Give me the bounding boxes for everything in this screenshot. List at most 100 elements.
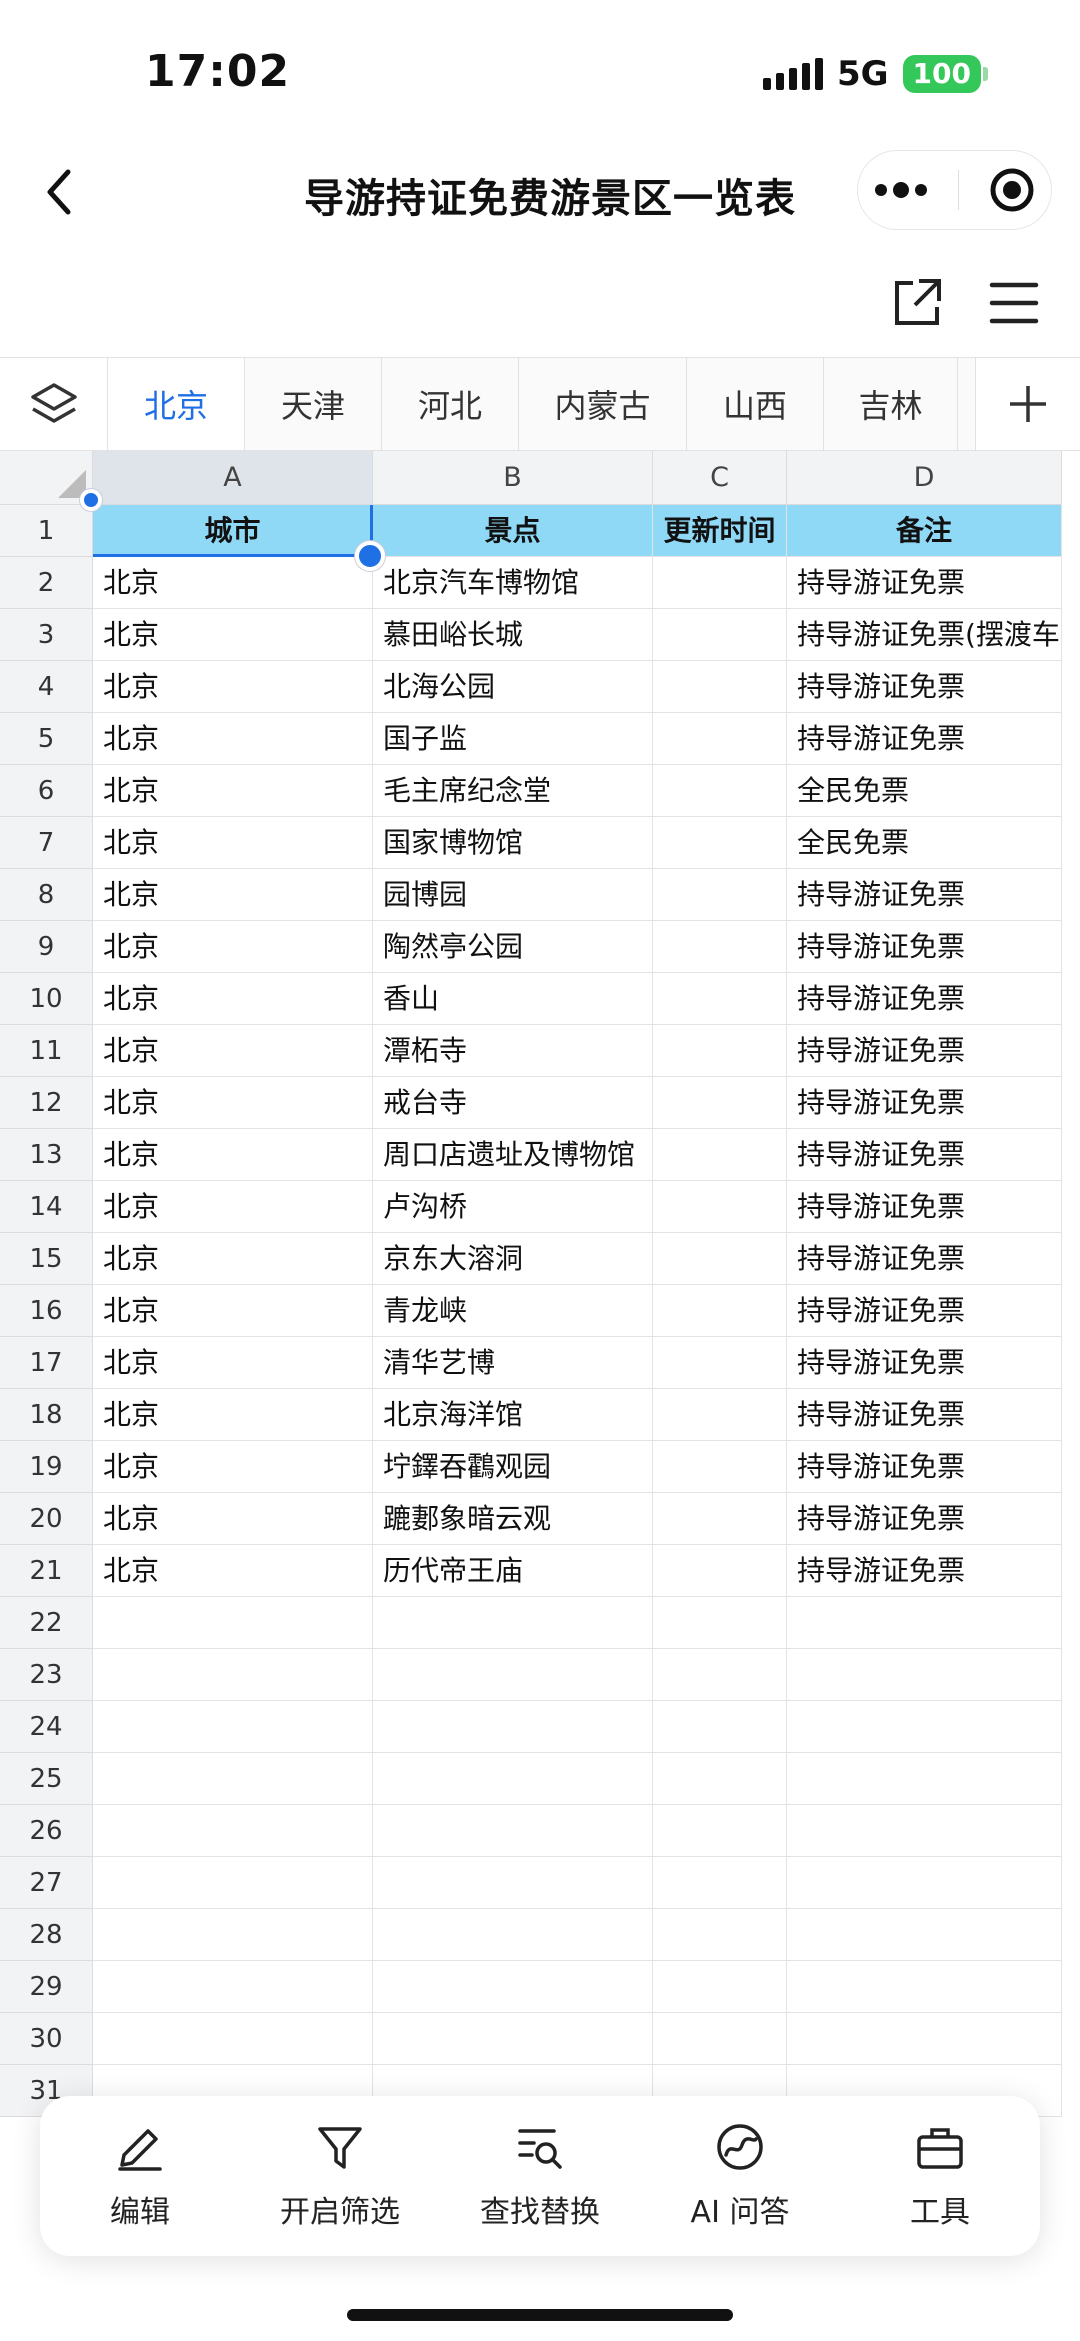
cell-spot[interactable]: 周口店遗址及博物馆 bbox=[373, 1129, 653, 1181]
cell-note[interactable]: 持导游证免票 bbox=[787, 1233, 1062, 1285]
row-number[interactable]: 17 bbox=[0, 1337, 93, 1389]
select-all-corner[interactable] bbox=[0, 451, 93, 505]
cell-note[interactable]: 持导游证免票 bbox=[787, 661, 1062, 713]
cell-city[interactable]: 北京 bbox=[93, 1285, 373, 1337]
cell-spot[interactable] bbox=[373, 1701, 653, 1753]
menu-icon[interactable] bbox=[986, 275, 1042, 331]
cell-time[interactable] bbox=[653, 1805, 787, 1857]
cell-city[interactable]: 北京 bbox=[93, 921, 373, 973]
cell-city[interactable]: 北京 bbox=[93, 1441, 373, 1493]
cell-time[interactable] bbox=[653, 609, 787, 661]
cell-note[interactable] bbox=[787, 1701, 1062, 1753]
cell-time[interactable] bbox=[653, 1233, 787, 1285]
cell-spot[interactable]: 北海公园 bbox=[373, 661, 653, 713]
header-cell-city[interactable]: 城市 bbox=[93, 505, 373, 557]
cell-city[interactable] bbox=[93, 1701, 373, 1753]
row-number[interactable]: 20 bbox=[0, 1493, 93, 1545]
cell-spot[interactable] bbox=[373, 1909, 653, 1961]
row-number[interactable]: 8 bbox=[0, 869, 93, 921]
edit-button[interactable]: 编辑 bbox=[45, 2121, 235, 2231]
row-number[interactable]: 16 bbox=[0, 1285, 93, 1337]
cell-city[interactable]: 北京 bbox=[93, 1337, 373, 1389]
cell-note[interactable] bbox=[787, 1857, 1062, 1909]
tools-button[interactable]: 工具 bbox=[845, 2121, 1035, 2231]
cell-city[interactable] bbox=[93, 1597, 373, 1649]
cell-city[interactable] bbox=[93, 1857, 373, 1909]
cell-time[interactable] bbox=[653, 1337, 787, 1389]
row-number[interactable]: 23 bbox=[0, 1649, 93, 1701]
row-number[interactable]: 18 bbox=[0, 1389, 93, 1441]
cell-note[interactable]: 持导游证免票 bbox=[787, 1389, 1062, 1441]
cell-time[interactable] bbox=[653, 1545, 787, 1597]
cell-city[interactable]: 北京 bbox=[93, 609, 373, 661]
cell-time[interactable] bbox=[653, 661, 787, 713]
cell-note[interactable] bbox=[787, 1909, 1062, 1961]
cell-note[interactable]: 持导游证免票 bbox=[787, 557, 1062, 609]
cell-spot[interactable]: 坾鐸吞鸖观园 bbox=[373, 1441, 653, 1493]
cell-spot[interactable]: 香山 bbox=[373, 973, 653, 1025]
cell-time[interactable] bbox=[653, 1025, 787, 1077]
cell-spot[interactable] bbox=[373, 1753, 653, 1805]
cell-city[interactable]: 北京 bbox=[93, 973, 373, 1025]
cell-city[interactable] bbox=[93, 1909, 373, 1961]
selection-handle-bottom[interactable] bbox=[355, 541, 385, 571]
cell-city[interactable] bbox=[93, 1805, 373, 1857]
close-miniprogram-icon[interactable] bbox=[988, 166, 1036, 214]
cell-note[interactable]: 持导游证免票 bbox=[787, 921, 1062, 973]
ai-qa-button[interactable]: AI 问答 bbox=[645, 2121, 835, 2231]
row-number[interactable]: 15 bbox=[0, 1233, 93, 1285]
cell-time[interactable] bbox=[653, 1441, 787, 1493]
cell-note[interactable]: 持导游证免票 bbox=[787, 713, 1062, 765]
cell-city[interactable]: 北京 bbox=[93, 817, 373, 869]
cell-time[interactable] bbox=[653, 557, 787, 609]
cell-note[interactable] bbox=[787, 1753, 1062, 1805]
row-number[interactable]: 25 bbox=[0, 1753, 93, 1805]
cell-city[interactable] bbox=[93, 1753, 373, 1805]
row-number[interactable]: 29 bbox=[0, 1961, 93, 2013]
row-number[interactable]: 5 bbox=[0, 713, 93, 765]
row-number[interactable]: 3 bbox=[0, 609, 93, 661]
cell-city[interactable]: 北京 bbox=[93, 765, 373, 817]
cell-note[interactable]: 持导游证免票 bbox=[787, 1545, 1062, 1597]
cell-spot[interactable]: 卢沟桥 bbox=[373, 1181, 653, 1233]
cell-spot[interactable]: 毛主席纪念堂 bbox=[373, 765, 653, 817]
cell-time[interactable] bbox=[653, 1493, 787, 1545]
cell-time[interactable] bbox=[653, 1909, 787, 1961]
column-header-a[interactable]: A bbox=[93, 451, 373, 505]
cell-time[interactable] bbox=[653, 869, 787, 921]
cell-note[interactable]: 持导游证免票 bbox=[787, 1337, 1062, 1389]
cell-time[interactable] bbox=[653, 1961, 787, 2013]
tab-beijing[interactable]: 北京 bbox=[108, 358, 245, 450]
cell-city[interactable]: 北京 bbox=[93, 869, 373, 921]
tab-jilin[interactable]: 吉林 bbox=[824, 358, 958, 450]
cell-time[interactable] bbox=[653, 765, 787, 817]
cell-city[interactable]: 北京 bbox=[93, 713, 373, 765]
cell-spot[interactable] bbox=[373, 1961, 653, 2013]
row-number[interactable]: 1 bbox=[0, 505, 93, 557]
cell-note[interactable] bbox=[787, 1961, 1062, 2013]
row-number[interactable]: 22 bbox=[0, 1597, 93, 1649]
cell-city[interactable] bbox=[93, 1961, 373, 2013]
cell-note[interactable]: 全民免票 bbox=[787, 817, 1062, 869]
cell-time[interactable] bbox=[653, 817, 787, 869]
cell-time[interactable] bbox=[653, 1389, 787, 1441]
cell-note[interactable]: 持导游证免票(摆渡车 bbox=[787, 609, 1062, 661]
cell-time[interactable] bbox=[653, 1701, 787, 1753]
row-number[interactable]: 19 bbox=[0, 1441, 93, 1493]
cell-time[interactable] bbox=[653, 973, 787, 1025]
cell-spot[interactable] bbox=[373, 1597, 653, 1649]
more-icon[interactable] bbox=[873, 180, 929, 200]
row-number[interactable]: 10 bbox=[0, 973, 93, 1025]
cell-spot[interactable]: 潭柘寺 bbox=[373, 1025, 653, 1077]
cell-city[interactable]: 北京 bbox=[93, 1493, 373, 1545]
row-number[interactable]: 14 bbox=[0, 1181, 93, 1233]
cell-note[interactable]: 持导游证免票 bbox=[787, 1129, 1062, 1181]
tab-hebei[interactable]: 河北 bbox=[382, 358, 519, 450]
cell-time[interactable] bbox=[653, 1129, 787, 1181]
cell-note[interactable]: 持导游证免票 bbox=[787, 1077, 1062, 1129]
cell-city[interactable]: 北京 bbox=[93, 1181, 373, 1233]
cell-spot[interactable]: 园博园 bbox=[373, 869, 653, 921]
row-number[interactable]: 24 bbox=[0, 1701, 93, 1753]
row-number[interactable]: 30 bbox=[0, 2013, 93, 2065]
cell-spot[interactable]: 国家博物馆 bbox=[373, 817, 653, 869]
